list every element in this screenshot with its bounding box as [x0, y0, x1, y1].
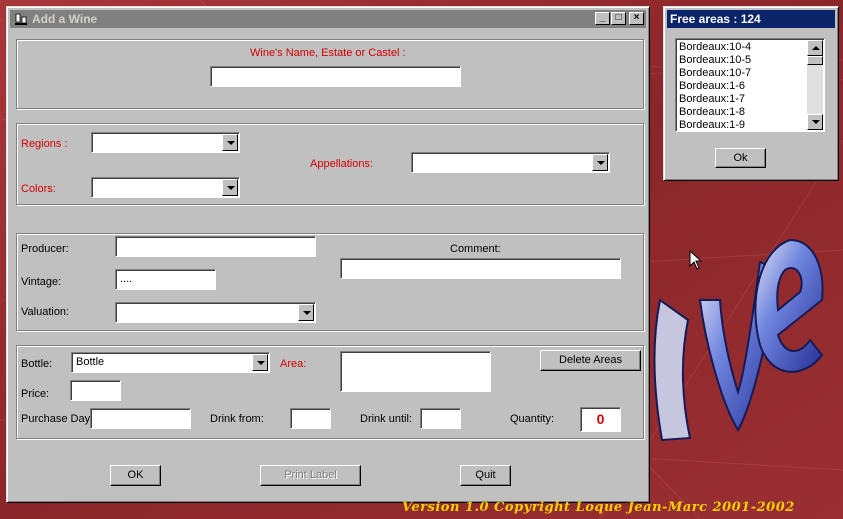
drink-until-input[interactable]: [420, 408, 461, 429]
regions-select[interactable]: [91, 132, 240, 153]
quantity-input[interactable]: 0: [580, 407, 621, 432]
details-group: [16, 233, 644, 331]
add-wine-window: Add a Wine _ □ × Wine's Name, Estate or …: [6, 6, 650, 503]
free-areas-ok-button[interactable]: Ok: [715, 148, 766, 168]
area-label: Area:: [280, 358, 307, 370]
drink-from-input[interactable]: [290, 408, 331, 429]
list-item[interactable]: Bordeaux:10-5: [676, 54, 806, 67]
bottle-label: Bottle:: [21, 358, 53, 370]
free-areas-title: Free areas : 124: [670, 12, 761, 26]
copyright-text: Version 1.0 Copyright Loque Jean-Marc 20…: [402, 500, 795, 515]
bottle-dropdown-icon[interactable]: [252, 354, 268, 371]
appellations-select[interactable]: [411, 152, 610, 173]
list-item[interactable]: Bordeaux:1-9: [676, 119, 806, 131]
producer-label: Producer:: [21, 243, 69, 255]
producer-input[interactable]: [115, 236, 316, 257]
print-label-button[interactable]: Print Label: [260, 465, 361, 486]
ok-button[interactable]: OK: [110, 465, 161, 486]
wine-app-icon: [14, 12, 28, 26]
purchase-day-input[interactable]: [90, 408, 191, 429]
bottle-select[interactable]: Bottle: [71, 352, 270, 373]
valuation-dropdown-icon[interactable]: [298, 304, 314, 321]
close-button[interactable]: ×: [629, 12, 644, 25]
colors-select[interactable]: [91, 177, 240, 198]
free-areas-scrollbar[interactable]: [807, 40, 823, 130]
vintage-label: Vintage:: [21, 276, 62, 288]
free-areas-titlebar[interactable]: Free areas : 124: [667, 10, 835, 28]
price-input[interactable]: [70, 380, 121, 401]
quantity-label: Quantity:: [510, 413, 555, 425]
comment-input[interactable]: [340, 258, 621, 279]
list-item[interactable]: Bordeaux:1-7: [676, 93, 806, 106]
list-item[interactable]: Bordeaux:10-7: [676, 67, 806, 80]
maximize-icon: □: [615, 12, 622, 23]
minimize-icon: _: [599, 12, 606, 23]
close-icon: ×: [633, 12, 640, 23]
quit-button[interactable]: Quit: [460, 465, 511, 486]
mouse-cursor: [689, 250, 703, 270]
scroll-up-icon[interactable]: [807, 40, 823, 56]
price-label: Price:: [21, 388, 50, 400]
minimize-button[interactable]: _: [595, 12, 610, 25]
colors-label: Colors:: [21, 183, 56, 195]
scroll-down-icon[interactable]: [807, 114, 823, 130]
list-item[interactable]: Bordeaux:1-8: [676, 106, 806, 119]
appellations-dropdown-icon[interactable]: [592, 154, 608, 171]
window-title: Add a Wine: [32, 12, 98, 26]
drink-from-label: Drink from:: [210, 413, 264, 425]
maximize-button[interactable]: □: [611, 12, 626, 25]
valuation-label: Valuation:: [21, 306, 70, 318]
vintage-input[interactable]: ....: [115, 269, 216, 290]
valuation-select[interactable]: [115, 302, 316, 323]
list-item[interactable]: Bordeaux:1-6: [676, 80, 806, 93]
regions-label: Regions :: [21, 138, 68, 150]
comment-label: Comment:: [450, 243, 501, 255]
purchase-day-label: Purchase Day:: [21, 413, 94, 425]
appellations-label: Appellations:: [310, 158, 373, 170]
bottle-value: Bottle: [76, 356, 105, 368]
free-areas-window: Free areas : 124 Bordeaux:10-4 Bordeaux:…: [663, 6, 839, 181]
scroll-thumb[interactable]: [807, 56, 823, 65]
add-wine-titlebar[interactable]: Add a Wine _ □ ×: [10, 10, 646, 28]
list-item[interactable]: Bordeaux:10-4: [676, 41, 806, 54]
wine-name-label: Wine's Name, Estate or Castel :: [250, 47, 406, 59]
wine-name-input[interactable]: [210, 66, 461, 87]
drink-until-label: Drink until:: [360, 413, 412, 425]
free-areas-list[interactable]: Bordeaux:10-4 Bordeaux:10-5 Bordeaux:10-…: [675, 38, 825, 132]
delete-areas-button[interactable]: Delete Areas: [540, 350, 641, 371]
area-textbox[interactable]: [340, 351, 491, 392]
colors-dropdown-icon[interactable]: [222, 179, 238, 196]
regions-dropdown-icon[interactable]: [222, 134, 238, 151]
